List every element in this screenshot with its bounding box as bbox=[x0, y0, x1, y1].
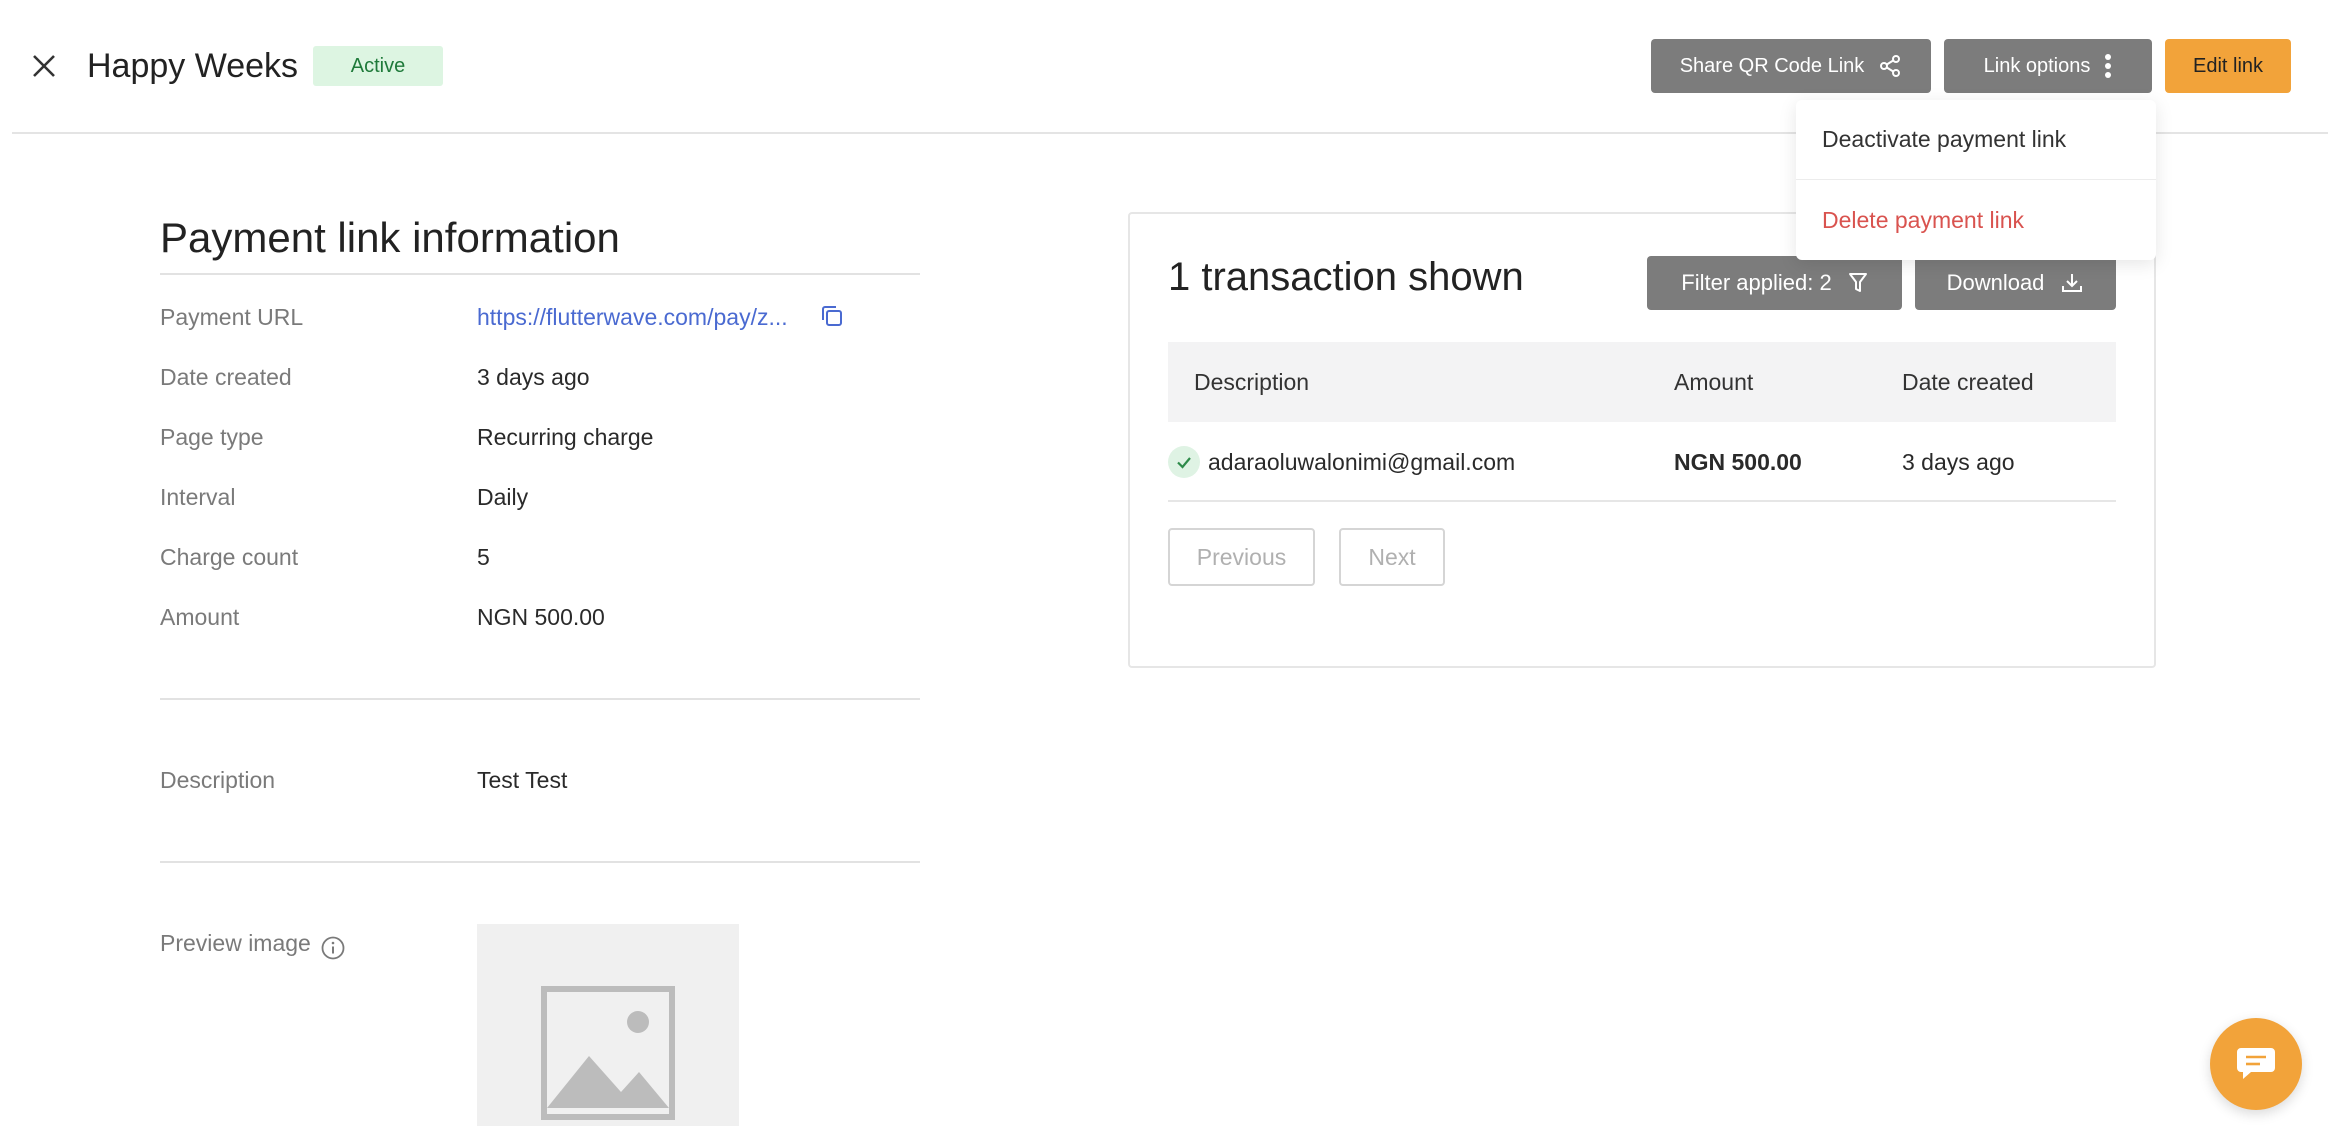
chat-support-button[interactable] bbox=[2210, 1018, 2302, 1110]
link-options-button[interactable]: Link options bbox=[1944, 39, 2152, 93]
payment-url-link[interactable]: https://flutterwave.com/pay/z... bbox=[477, 304, 788, 331]
preview-image-label: Preview image bbox=[160, 930, 311, 956]
transactions-title: 1 transaction shown bbox=[1168, 255, 1524, 299]
row-date: 3 days ago bbox=[1902, 448, 2015, 475]
more-vertical-icon bbox=[2105, 54, 2112, 78]
column-header-date-created[interactable]: Date created bbox=[1902, 342, 2034, 422]
table-row[interactable]: adaraoluwalonimi@gmail.com NGN 500.00 3 … bbox=[1168, 422, 2116, 502]
charge-count-value: 5 bbox=[477, 544, 490, 570]
success-status-icon bbox=[1168, 446, 1200, 478]
edit-link-button[interactable]: Edit link bbox=[2165, 39, 2291, 93]
preview-image-placeholder bbox=[477, 924, 739, 1126]
description-value: Test Test bbox=[477, 767, 568, 793]
page-type-label: Page type bbox=[160, 424, 264, 450]
interval-label: Interval bbox=[160, 484, 236, 510]
download-button[interactable]: Download bbox=[1915, 256, 2116, 310]
description-label: Description bbox=[160, 767, 276, 793]
image-placeholder-icon bbox=[541, 986, 675, 1120]
row-amount: NGN 500.00 bbox=[1674, 448, 1802, 475]
check-icon bbox=[1177, 457, 1191, 469]
filter-button-label: Filter applied: 2 bbox=[1681, 270, 1832, 295]
delete-payment-link-item[interactable]: Delete payment link bbox=[1796, 180, 2156, 260]
page-type-value: Recurring charge bbox=[477, 424, 654, 450]
filter-icon bbox=[1848, 273, 1867, 292]
date-created-value: 3 days ago bbox=[477, 364, 590, 390]
share-qr-code-link-button[interactable]: Share QR Code Link bbox=[1651, 39, 1931, 93]
link-options-menu: Deactivate payment link Delete payment l… bbox=[1796, 100, 2156, 260]
download-icon bbox=[2062, 274, 2083, 292]
deactivate-payment-link-item[interactable]: Deactivate payment link bbox=[1796, 100, 2156, 180]
row-description: adaraoluwalonimi@gmail.com bbox=[1208, 448, 1516, 475]
amount-label: Amount bbox=[160, 604, 240, 630]
next-page-button[interactable]: Next bbox=[1339, 528, 1445, 586]
divider bbox=[160, 698, 920, 700]
copy-icon[interactable] bbox=[818, 302, 846, 330]
divider bbox=[160, 861, 920, 863]
info-section-title: Payment link information bbox=[160, 214, 620, 261]
download-button-label: Download bbox=[1946, 270, 2045, 295]
page-title: Happy Weeks bbox=[87, 47, 299, 85]
close-icon bbox=[33, 55, 55, 77]
filter-button[interactable]: Filter applied: 2 bbox=[1647, 256, 1902, 310]
column-header-description[interactable]: Description bbox=[1194, 342, 1309, 422]
date-created-label: Date created bbox=[160, 364, 292, 390]
link-options-label: Link options bbox=[1983, 54, 2091, 77]
column-header-amount[interactable]: Amount bbox=[1674, 342, 1753, 422]
divider bbox=[160, 273, 920, 275]
table-header: Description Amount Date created bbox=[1168, 342, 2116, 422]
status-badge: Active bbox=[313, 46, 443, 86]
payment-url-label: Payment URL bbox=[160, 304, 304, 330]
share-button-label: Share QR Code Link bbox=[1679, 54, 1865, 77]
share-icon bbox=[1880, 55, 1901, 77]
interval-value: Daily bbox=[477, 484, 529, 510]
amount-value: NGN 500.00 bbox=[477, 604, 605, 630]
previous-page-button[interactable]: Previous bbox=[1168, 528, 1315, 586]
info-icon[interactable] bbox=[320, 935, 346, 961]
chat-icon bbox=[2237, 1048, 2275, 1079]
close-button[interactable] bbox=[22, 44, 66, 88]
charge-count-label: Charge count bbox=[160, 544, 299, 570]
